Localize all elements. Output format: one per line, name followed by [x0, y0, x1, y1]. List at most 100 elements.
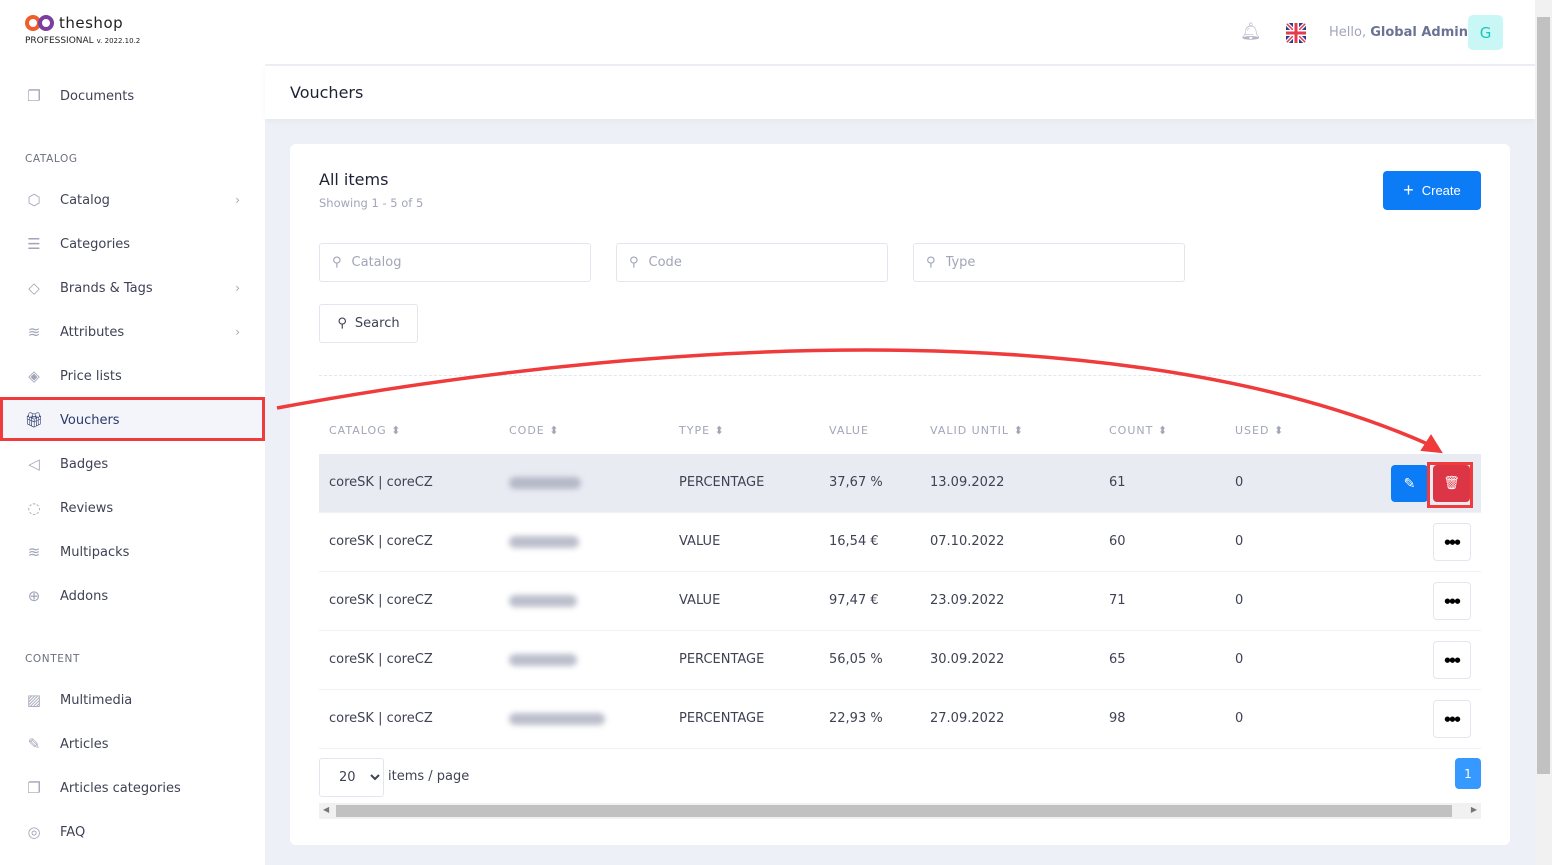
sidebar-item-catalog[interactable]: ⬡ Catalog › [0, 179, 265, 221]
folders-icon: ❐ [27, 779, 41, 797]
stack-icon: ≋ [27, 543, 41, 561]
page-1-button[interactable]: 1 [1455, 758, 1481, 789]
sort-icon: ⬍ [549, 424, 560, 437]
more-actions-button[interactable]: ●●● [1433, 523, 1471, 561]
megaphone-icon: ◁ [28, 455, 40, 473]
type-filter[interactable]: ⚲ [913, 243, 1185, 282]
sidebar-item-label: Articles categories [60, 780, 181, 796]
page-title: Vouchers [290, 83, 364, 102]
column-header-used[interactable]: USED ⬍ [1235, 424, 1284, 437]
sidebar-item-badges[interactable]: ◁ Badges [0, 443, 265, 485]
valid-until-cell: 30.09.2022 [930, 652, 1005, 667]
valid-until-cell: 07.10.2022 [930, 534, 1005, 549]
catalog-cell: coreSK | coreCZ [329, 593, 433, 608]
search-button[interactable]: ⚲ Search [319, 304, 418, 343]
count-cell: 71 [1109, 593, 1126, 608]
sort-icon: ⬍ [714, 424, 725, 437]
user-greeting: Hello, Global Admin [1329, 25, 1468, 40]
more-dots-icon: ●●● [1444, 656, 1460, 664]
column-header-catalog[interactable]: CATALOG ⬍ [329, 424, 401, 437]
table-row[interactable]: coreSK | coreCZ VALUE 16,54 € 07.10.2022… [319, 513, 1481, 572]
catalog-cell: coreSK | coreCZ [329, 534, 433, 549]
brand-version: v. 2022.10.2 [96, 37, 141, 45]
logo[interactable]: theshop PROFESSIONAL v. 2022.10.2 [25, 14, 140, 46]
sidebar-item-label: Articles [60, 736, 109, 752]
count-cell: 98 [1109, 711, 1126, 726]
avatar[interactable]: G [1468, 15, 1503, 50]
brand-edition: PROFESSIONAL [25, 36, 94, 46]
value-cell: 37,67 % [829, 475, 883, 490]
count-cell: 61 [1109, 475, 1126, 490]
more-actions-button[interactable]: ●●● [1433, 700, 1471, 738]
edit-button[interactable]: ✎ [1391, 465, 1428, 502]
annotation-highlight-delete [1427, 462, 1473, 508]
catalog-filter[interactable]: ⚲ [319, 243, 591, 282]
code-cell-redacted [509, 713, 605, 725]
per-page-label: items / page [388, 769, 470, 784]
code-cell-redacted [509, 477, 581, 489]
more-actions-button[interactable]: ●●● [1433, 641, 1471, 679]
list-icon: ☰ [27, 235, 41, 253]
table-row[interactable]: coreSK | coreCZ VALUE 97,47 € 23.09.2022… [319, 572, 1481, 631]
per-page-select[interactable]: 20 [319, 758, 384, 797]
catalog-cell: coreSK | coreCZ [329, 711, 433, 726]
count-cell: 65 [1109, 652, 1126, 667]
user-name: Global Admin [1370, 25, 1468, 40]
sidebar-item-documents[interactable]: ❐ Documents [0, 75, 265, 117]
vertical-scrollbar[interactable] [1535, 0, 1552, 865]
annotation-highlight-vouchers [0, 397, 265, 441]
more-dots-icon: ●●● [1444, 715, 1460, 723]
uk-flag-icon[interactable] [1286, 23, 1306, 43]
sidebar-item-articles-categories[interactable]: ❐ Articles categories [0, 767, 265, 809]
search-icon: ⚲ [629, 255, 639, 270]
table-row[interactable]: coreSK | coreCZ PERCENTAGE 22,93 % 27.09… [319, 690, 1481, 749]
column-header-type[interactable]: TYPE ⬍ [679, 424, 725, 437]
sidebar-item-faq[interactable]: ◎ FAQ [0, 811, 265, 853]
value-cell: 97,47 € [829, 593, 879, 608]
divider [319, 375, 1481, 376]
sidebar-item-addons[interactable]: ⊕ Addons [0, 575, 265, 617]
sidebar-item-label: Attributes [60, 324, 125, 340]
type-cell: VALUE [679, 593, 721, 608]
sidebar-item-label: FAQ [60, 824, 86, 840]
used-cell: 0 [1235, 711, 1244, 726]
type-input[interactable] [945, 255, 1166, 270]
catalog-input[interactable] [351, 255, 572, 270]
column-header-count[interactable]: COUNT ⬍ [1109, 424, 1168, 437]
code-cell-redacted [509, 595, 577, 607]
sidebar-item-label: Addons [60, 588, 109, 604]
sidebar-item-multipacks[interactable]: ≋ Multipacks [0, 531, 265, 573]
title-bar: Vouchers [265, 66, 1535, 119]
table-row[interactable]: coreSK | coreCZ PERCENTAGE 56,05 % 30.09… [319, 631, 1481, 690]
sidebar-item-price-lists[interactable]: ◈ Price lists [0, 355, 265, 397]
search-icon: ⚲ [926, 255, 936, 270]
sidebar-item-label: Brands & Tags [60, 280, 153, 296]
sidebar-item-multimedia[interactable]: ▨ Multimedia [0, 679, 265, 721]
sidebar-item-reviews[interactable]: ◌ Reviews [0, 487, 265, 529]
used-cell: 0 [1235, 593, 1244, 608]
column-header-value: VALUE [829, 424, 869, 437]
sidebar-item-label: Price lists [60, 368, 122, 384]
image-icon: ▨ [26, 691, 42, 709]
sort-icon: ⬍ [391, 424, 402, 437]
more-actions-button[interactable]: ●●● [1433, 582, 1471, 620]
create-button[interactable]: + Create [1383, 171, 1481, 210]
sidebar-item-attributes[interactable]: ≋ Attributes › [0, 311, 265, 353]
column-header-code[interactable]: CODE ⬍ [509, 424, 559, 437]
price-icon: ◈ [28, 367, 40, 385]
sidebar-item-brands-tags[interactable]: ◇ Brands & Tags › [0, 267, 265, 309]
section-title: CONTENT [25, 653, 80, 665]
showing-count: Showing 1 - 5 of 5 [319, 196, 424, 210]
horizontal-scrollbar[interactable]: ◀ ▶ [319, 803, 1481, 819]
code-input[interactable] [648, 255, 869, 270]
valid-until-cell: 27.09.2022 [930, 711, 1005, 726]
bell-icon[interactable]: 🔔︎ [1240, 22, 1262, 42]
table-row[interactable]: coreSK | coreCZ PERCENTAGE 37,67 % 13.09… [319, 454, 1481, 513]
sidebar-item-label: Documents [60, 88, 135, 104]
sidebar-item-articles[interactable]: ✎ Articles [0, 723, 265, 765]
sidebar-item-categories[interactable]: ☰ Categories [0, 223, 265, 265]
code-cell-redacted [509, 654, 577, 666]
code-filter[interactable]: ⚲ [616, 243, 888, 282]
edit-icon: ✎ [27, 735, 41, 753]
column-header-valid-until[interactable]: VALID UNTIL ⬍ [930, 424, 1024, 437]
